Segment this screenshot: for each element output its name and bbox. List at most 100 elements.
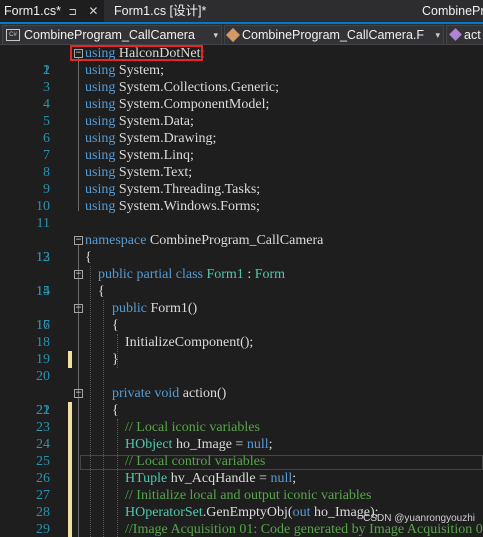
code-line: 13 { bbox=[0, 249, 483, 266]
line-number: 6 bbox=[43, 131, 50, 146]
project-dropdown[interactable]: C# CombineProgram_CallCamera ▾ bbox=[2, 25, 222, 45]
tab-combine-program[interactable]: CombinePr bbox=[418, 0, 483, 22]
csharp-project-icon: C# bbox=[6, 28, 20, 41]
code-line: 5 using System.Data; bbox=[0, 113, 483, 130]
tab-form1-cs[interactable]: Form1.cs* ⊐ ✕ bbox=[0, 0, 104, 22]
code-text: public partial class Form1 : Form bbox=[98, 267, 286, 282]
code-line: 23 // Local iconic variables bbox=[0, 419, 483, 436]
code-text: using System.Windows.Forms; bbox=[85, 199, 260, 214]
project-dropdown-value: CombineProgram_CallCamera bbox=[24, 28, 195, 42]
annotation-highlight-box bbox=[70, 45, 203, 61]
code-comment: // Initialize local and output iconic va… bbox=[125, 488, 372, 503]
line-number: 4 bbox=[43, 97, 50, 112]
code-line: 2 using System; bbox=[0, 62, 483, 79]
code-text: private void action() bbox=[112, 386, 227, 401]
code-line: 8 using System.Text; bbox=[0, 164, 483, 181]
code-line: 10 using System.Windows.Forms; bbox=[0, 198, 483, 215]
tab-label: Form1.cs* bbox=[4, 4, 61, 18]
code-text: using System.Collections.Generic; bbox=[85, 80, 280, 95]
code-line: 22 { bbox=[0, 402, 483, 419]
collapse-icon[interactable]: − bbox=[74, 236, 83, 245]
line-number: 17 bbox=[36, 318, 50, 333]
code-text: { bbox=[85, 250, 92, 265]
code-line: 17 { bbox=[0, 317, 483, 334]
line-number: 5 bbox=[43, 114, 50, 129]
line-number: 15 bbox=[36, 284, 50, 299]
code-text: { bbox=[112, 318, 119, 333]
class-dropdown[interactable]: CombineProgram_CallCamera.F ▾ bbox=[224, 25, 444, 45]
code-line: 16 − public Form1() bbox=[0, 300, 483, 333]
code-line: 20 bbox=[0, 368, 483, 385]
chevron-down-icon: ▾ bbox=[435, 30, 440, 40]
code-text: using System.Linq; bbox=[85, 148, 194, 163]
code-text: public Form1() bbox=[112, 301, 198, 316]
line-number: 3 bbox=[43, 80, 50, 95]
line-number: 26 bbox=[36, 471, 50, 486]
collapse-icon[interactable]: − bbox=[74, 270, 83, 279]
collapse-icon[interactable]: − bbox=[74, 389, 83, 398]
code-line: 21 − private void action() bbox=[0, 385, 483, 418]
line-number: 28 bbox=[36, 505, 50, 520]
code-editor[interactable]: 1 − using HalconDotNet; 2 using System; 3… bbox=[0, 45, 483, 537]
method-icon bbox=[449, 28, 462, 42]
line-number: 9 bbox=[43, 182, 50, 197]
code-text: using System.ComponentModel; bbox=[85, 97, 270, 112]
code-line: 9 using System.Threading.Tasks; bbox=[0, 181, 483, 198]
navigation-bar: C# CombineProgram_CallCamera ▾ CombinePro… bbox=[0, 24, 483, 45]
code-line: 4 using System.ComponentModel; bbox=[0, 96, 483, 113]
member-dropdown-value: act bbox=[464, 28, 481, 42]
code-line: 3 using System.Collections.Generic; bbox=[0, 79, 483, 96]
close-icon[interactable]: ✕ bbox=[88, 0, 98, 22]
code-text: namespace CombineProgram_CallCamera bbox=[85, 233, 324, 248]
code-text: using System.Drawing; bbox=[85, 131, 217, 146]
line-number: 2 bbox=[43, 63, 50, 78]
code-text: using System.Data; bbox=[85, 114, 194, 129]
collapse-icon[interactable]: − bbox=[74, 304, 83, 313]
tab-form1-designer[interactable]: Form1.cs [设计]* bbox=[110, 0, 210, 22]
code-comment: // Local iconic variables bbox=[125, 420, 260, 435]
line-number: 25 bbox=[36, 454, 50, 469]
code-text: HObject ho_Image = null; bbox=[125, 437, 273, 452]
line-number: 10 bbox=[36, 199, 50, 214]
code-line: 14 − public partial class Form1 : Form bbox=[0, 266, 483, 299]
code-line: 25 // Local control variables bbox=[0, 453, 483, 470]
code-text: HOperatorSet.GenEmptyObj(out ho_Image); bbox=[125, 505, 379, 520]
watermark-text: CSDN @yuanrongyouzhi bbox=[363, 513, 475, 524]
code-line: 6 using System.Drawing; bbox=[0, 130, 483, 147]
document-tab-bar: Form1.cs* ⊐ ✕ Form1.cs [设计]* CombinePr bbox=[0, 0, 483, 24]
code-text: using System.Text; bbox=[85, 165, 193, 180]
line-number: 19 bbox=[36, 352, 50, 367]
line-number: 7 bbox=[43, 148, 50, 163]
tab-label: CombinePr bbox=[422, 4, 483, 18]
line-number: 13 bbox=[36, 250, 50, 265]
code-text: HTuple hv_AcqHandle = null; bbox=[125, 471, 297, 486]
chevron-down-icon: ▾ bbox=[213, 30, 218, 40]
code-comment: // Local control variables bbox=[125, 454, 266, 469]
code-text: { bbox=[98, 284, 105, 299]
code-line: 19} bbox=[0, 351, 483, 368]
code-line: 15 { bbox=[0, 283, 483, 300]
pin-icon[interactable]: ⊐ bbox=[68, 2, 76, 24]
line-number: 23 bbox=[36, 420, 50, 435]
code-text: using System; bbox=[85, 63, 164, 78]
tab-label: Form1.cs [设计]* bbox=[114, 4, 207, 18]
class-dropdown-value: CombineProgram_CallCamera.F bbox=[242, 28, 425, 42]
line-number: 18 bbox=[36, 335, 50, 350]
line-number: 20 bbox=[36, 369, 50, 384]
code-text: InitializeComponent(); bbox=[125, 335, 254, 350]
code-line: 12 − namespace CombineProgram_CallCamera bbox=[0, 232, 483, 265]
class-icon bbox=[225, 27, 241, 42]
code-line: 27 // Initialize local and output iconic … bbox=[0, 487, 483, 504]
code-text: { bbox=[112, 403, 119, 418]
code-line: 11 bbox=[0, 215, 483, 232]
code-text: using System.Threading.Tasks; bbox=[85, 182, 261, 197]
code-line: 18 InitializeComponent(); bbox=[0, 334, 483, 351]
code-line: 26 HTuple hv_AcqHandle = null; bbox=[0, 470, 483, 487]
line-number: 11 bbox=[36, 216, 50, 231]
line-number: 22 bbox=[36, 403, 50, 418]
line-number: 29 bbox=[36, 522, 50, 537]
member-dropdown[interactable]: act bbox=[446, 25, 483, 45]
line-number: 27 bbox=[36, 488, 50, 503]
code-line: 24 HObject ho_Image = null; bbox=[0, 436, 483, 453]
line-number: 24 bbox=[36, 437, 50, 452]
